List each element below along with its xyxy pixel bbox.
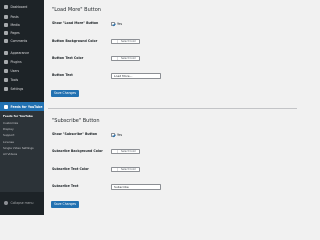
comment-icon [3, 39, 8, 43]
select-color-text: Select Color [120, 150, 137, 153]
button-text-color-picker[interactable]: Select Color [111, 56, 140, 61]
select-color-text: Select Color [120, 57, 137, 60]
sidebar-item-label: Pages [10, 31, 20, 35]
button-text-color-label: Button Text Color [52, 56, 84, 60]
page-icon [3, 31, 8, 35]
show-load-more-checkbox[interactable] [111, 21, 115, 26]
youtube-icon [3, 104, 8, 109]
media-icon [3, 23, 8, 27]
sidebar-item-appearance[interactable]: Appearance [0, 49, 44, 57]
subscribe-text-input[interactable]: Subscribe [111, 183, 161, 190]
sidebar-item-settings[interactable]: Settings [0, 85, 44, 93]
sidebar-item-comments[interactable]: Comments [0, 37, 44, 45]
sidebar-item-label: Appearance [10, 51, 30, 55]
collapse-menu-button[interactable]: Collapse menu [0, 199, 44, 207]
save-changes-button[interactable]: Save Changes [51, 201, 79, 208]
subscribe-background-color-picker[interactable]: Select Color [111, 149, 140, 154]
button-background-color-label: Button Background Color [52, 39, 98, 43]
button-background-color-picker[interactable]: Select Color [111, 39, 140, 44]
sidebar-item-dashboard[interactable]: Dashboard [0, 3, 44, 11]
pin-icon [3, 15, 8, 19]
sidebar-item-label: Media [10, 23, 20, 27]
sidebar-item-feeds-for-youtube[interactable]: Feeds for YouTube [0, 102, 44, 111]
wrench-icon [3, 78, 8, 82]
brush-icon [3, 51, 8, 55]
select-color-text: Select Color [120, 168, 137, 171]
sidebar-item-label: Dashboard [10, 5, 28, 9]
collapse-menu-label: Collapse menu [10, 201, 34, 205]
sidebar-item-posts[interactable]: Posts [0, 13, 44, 21]
sidebar-item-label: Users [10, 69, 20, 73]
submenu-item-support[interactable]: Support [0, 132, 44, 139]
admin-sidebar: Dashboard Posts Media Pages Comments App… [0, 0, 44, 215]
section-divider [48, 108, 297, 109]
user-icon [3, 69, 8, 73]
subscribe-section-title: "Subscribe" Button [52, 118, 100, 124]
sidebar-item-label: Feeds for YouTube [10, 104, 43, 109]
button-text-label: Button Text [52, 73, 73, 77]
show-subscribe-checkbox[interactable] [111, 132, 115, 137]
plugin-icon [3, 60, 8, 64]
sidebar-item-users[interactable]: Users [0, 67, 44, 75]
select-color-text: Select Color [120, 40, 137, 43]
save-changes-button[interactable]: Save Changes [51, 90, 79, 97]
subscribe-text-color-picker[interactable]: Select Color [111, 167, 140, 172]
button-text-input[interactable]: Load More... [111, 72, 161, 79]
show-load-more-label: Show "Load More" Button [52, 21, 99, 25]
submenu: Feeds for YouTube Customize Display Supp… [0, 111, 44, 192]
settings-icon [3, 87, 8, 91]
sidebar-item-label: Tools [10, 78, 19, 82]
sidebar-item-pages[interactable]: Pages [0, 29, 44, 37]
collapse-icon [3, 201, 8, 205]
show-subscribe-value: Yes [117, 132, 123, 137]
show-subscribe-label: Show "Subscribe" Button [52, 132, 98, 136]
subscribe-text-label: Subscribe Text [52, 184, 79, 188]
sidebar-item-label: Comments [10, 39, 28, 43]
dashboard-icon [3, 5, 8, 9]
subscribe-background-color-label: Subscribe Background Color [52, 149, 103, 153]
submenu-item-feeds-for-youtube[interactable]: Feeds for YouTube [0, 113, 44, 120]
sidebar-item-label: Plugins [10, 60, 22, 64]
load-more-section-title: "Load More" Button [52, 7, 101, 13]
subscribe-text-color-label: Subscribe Text Color [52, 167, 89, 171]
sidebar-item-label: Settings [10, 87, 24, 91]
sidebar-item-tools[interactable]: Tools [0, 76, 44, 84]
sidebar-item-media[interactable]: Media [0, 21, 44, 29]
show-load-more-value: Yes [117, 21, 123, 26]
sidebar-item-label: Posts [10, 15, 19, 19]
submenu-item-all-videos[interactable]: All Videos [0, 151, 44, 158]
sidebar-item-plugins[interactable]: Plugins [0, 58, 44, 66]
